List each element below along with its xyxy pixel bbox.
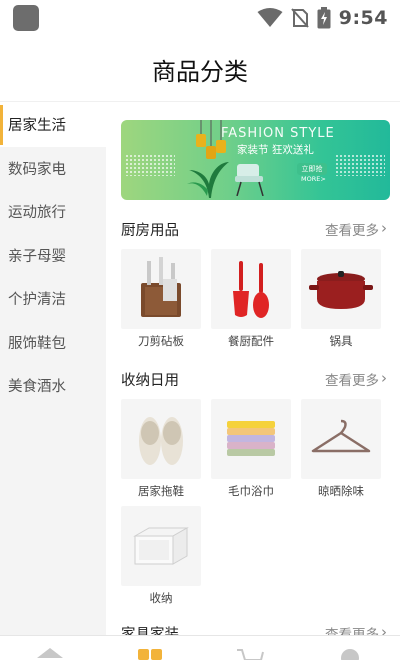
section-title: 家具家装 <box>121 627 179 635</box>
chevron-right-icon: › <box>381 623 387 635</box>
profile-icon <box>341 649 359 660</box>
no-sim-icon <box>290 8 309 28</box>
section-header-kitchen: 厨房用品 查看更多 › <box>121 219 391 241</box>
banner-more: MORE> <box>301 175 326 183</box>
banner-tag: 立即抢 <box>297 163 327 175</box>
towels-icon <box>211 399 291 479</box>
view-more-label: 查看更多 <box>325 373 379 389</box>
product-tile[interactable]: 锅具 <box>301 249 381 349</box>
sidebar-item-digital-appliances[interactable]: 数码家电 <box>0 147 106 191</box>
status-icons: 9:54 <box>257 6 388 30</box>
chevron-right-icon: › <box>381 369 387 387</box>
hanger-icon <box>301 399 381 479</box>
view-more-link[interactable]: 查看更多 › <box>325 623 387 635</box>
product-label: 收纳 <box>149 591 173 605</box>
tab-home[interactable] <box>35 646 65 660</box>
home-icon <box>37 648 63 658</box>
plant-icon <box>187 162 229 198</box>
section-header-storage: 收纳日用 查看更多 › <box>121 369 391 391</box>
chevron-right-icon: › <box>381 219 387 237</box>
category-icon <box>138 649 162 660</box>
slippers-icon <box>121 399 201 479</box>
knife-set-icon <box>121 249 201 329</box>
tab-cart[interactable] <box>235 646 265 660</box>
product-tile[interactable]: 收纳 <box>121 506 201 606</box>
view-more-label: 查看更多 <box>325 627 379 635</box>
product-tile[interactable]: 居家拖鞋 <box>121 399 201 499</box>
kitchen-utensils-icon <box>211 249 291 329</box>
bottom-tab-bar <box>0 635 400 660</box>
category-sidebar: 居家生活 数码家电 运动旅行 亲子母婴 个护清洁 服饰鞋包 美食酒水 <box>0 103 106 635</box>
sidebar-item-sports-travel[interactable]: 运动旅行 <box>0 190 106 234</box>
banner-title: FASHION STYLE <box>221 126 335 141</box>
product-tile[interactable]: 刀剪砧板 <box>121 249 201 349</box>
wifi-icon <box>257 8 283 27</box>
product-tile[interactable]: 毛巾浴巾 <box>211 399 291 499</box>
pot-icon <box>301 249 381 329</box>
header: 商品分类 <box>0 36 400 102</box>
section-title: 厨房用品 <box>121 223 179 239</box>
product-label: 餐厨配件 <box>228 334 274 348</box>
product-label: 毛巾浴巾 <box>228 484 274 498</box>
product-label: 居家拖鞋 <box>138 484 184 498</box>
chair-icon <box>235 164 264 196</box>
cart-icon <box>237 649 264 660</box>
page-title: 商品分类 <box>152 58 248 86</box>
sidebar-item-personal-care[interactable]: 个护清洁 <box>0 277 106 321</box>
battery-charging-icon <box>317 7 331 29</box>
banner-subtitle: 家装节 狂欢送礼 <box>237 144 314 156</box>
product-tile[interactable]: 餐厨配件 <box>211 249 291 349</box>
sidebar-item-food-drinks[interactable]: 美食酒水 <box>0 364 106 408</box>
tab-category[interactable] <box>135 646 165 660</box>
tab-profile[interactable] <box>335 646 365 660</box>
banner-dot-pattern <box>335 154 385 176</box>
section-header-furniture: 家具家装 查看更多 › <box>121 623 391 635</box>
banner-dot-pattern <box>125 154 175 176</box>
product-label: 晾晒除味 <box>318 484 364 498</box>
view-more-link[interactable]: 查看更多 › <box>325 219 387 239</box>
status-time: 9:54 <box>338 7 388 29</box>
view-more-label: 查看更多 <box>325 223 379 239</box>
sidebar-item-home-living[interactable]: 居家生活 <box>0 103 106 147</box>
storage-box-icon <box>121 506 201 586</box>
category-content: FASHION STYLE 家装节 狂欢送礼 立即抢 MORE> 厨房用品 查看… <box>106 103 400 635</box>
app-notification-icon <box>13 5 39 31</box>
product-label: 刀剪砧板 <box>138 334 184 348</box>
promo-banner[interactable]: FASHION STYLE 家装节 狂欢送礼 立即抢 MORE> <box>121 120 390 200</box>
sidebar-item-apparel-bags[interactable]: 服饰鞋包 <box>0 321 106 365</box>
product-label: 锅具 <box>329 334 353 348</box>
section-title: 收纳日用 <box>121 373 179 389</box>
sidebar-item-mother-baby[interactable]: 亲子母婴 <box>0 234 106 278</box>
product-tile[interactable]: 晾晒除味 <box>301 399 381 499</box>
view-more-link[interactable]: 查看更多 › <box>325 369 387 389</box>
status-bar: 9:54 <box>0 0 400 36</box>
